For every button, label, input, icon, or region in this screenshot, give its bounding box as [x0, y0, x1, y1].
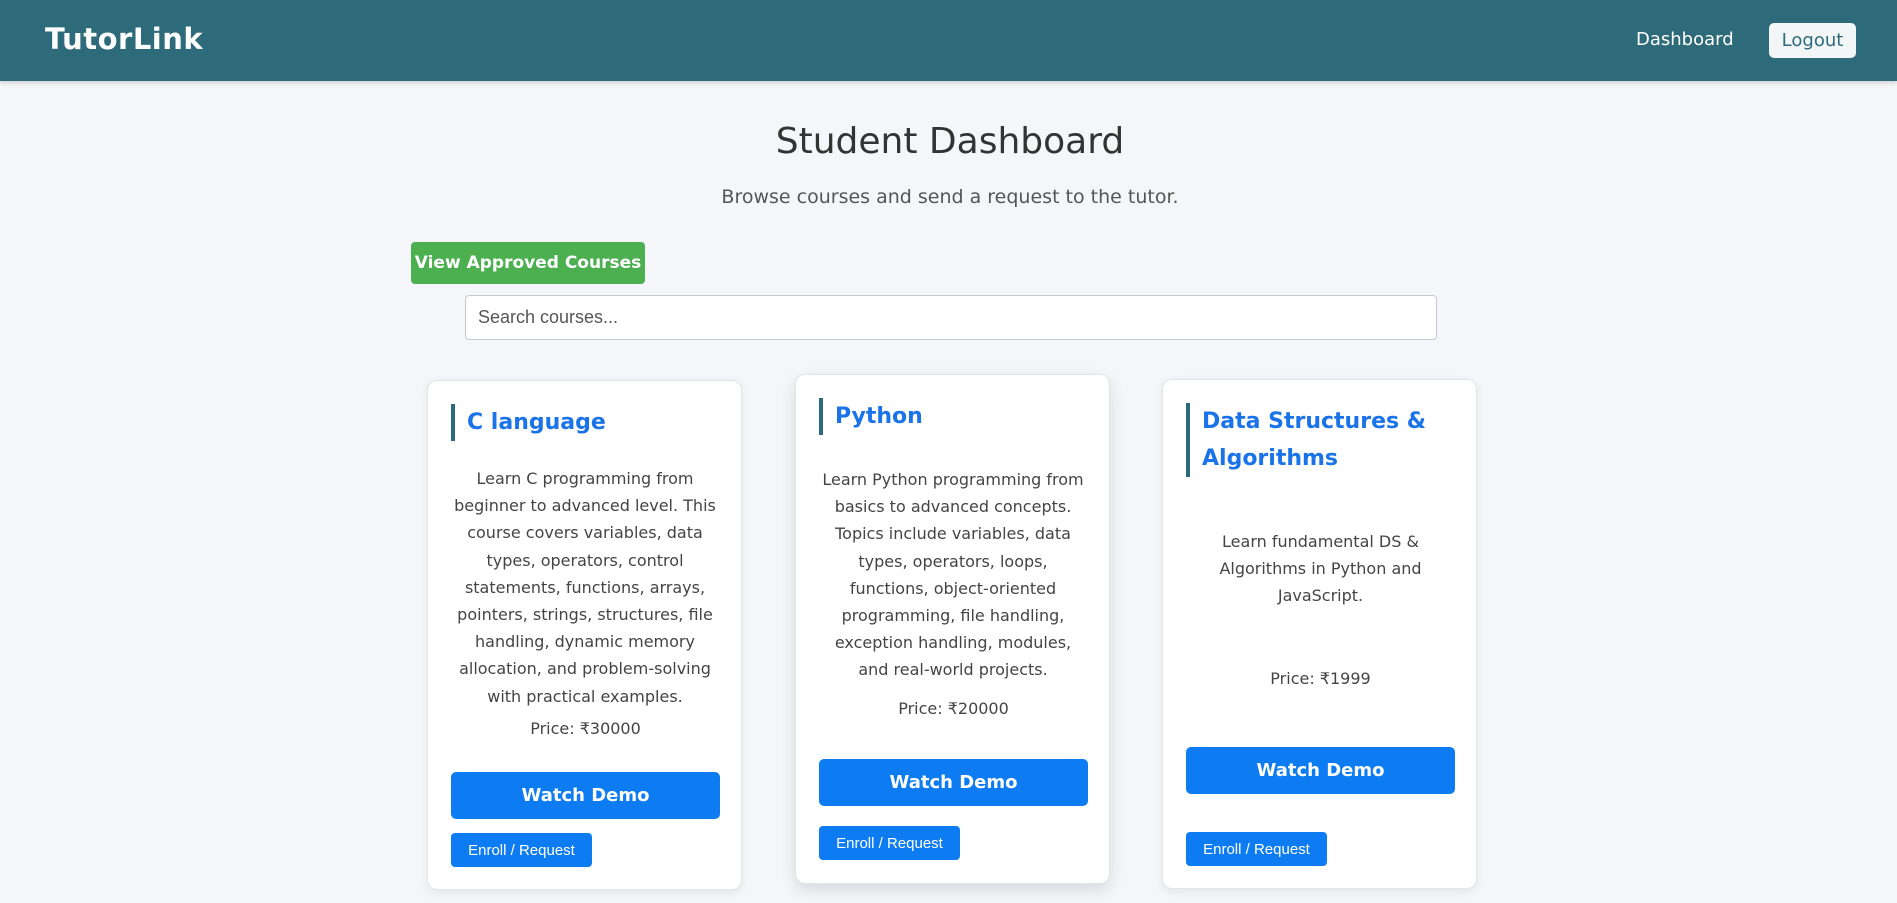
course-title: Python	[819, 398, 1084, 435]
course-title: C language	[451, 404, 716, 441]
page-subtitle: Browse courses and send a request to the…	[721, 186, 1179, 208]
watch-demo-button[interactable]: Watch Demo	[819, 759, 1088, 806]
logout-button[interactable]: Logout	[1769, 23, 1856, 58]
top-navbar: TutorLink Dashboard Logout	[0, 0, 1897, 81]
course-description: Learn C programming from beginner to adv…	[454, 469, 716, 706]
search-input[interactable]	[465, 295, 1437, 340]
course-description: Learn fundamental DS & Algorithms in Pyt…	[1219, 532, 1422, 606]
watch-demo-button[interactable]: Watch Demo	[1186, 747, 1455, 794]
nav-link-dashboard[interactable]: Dashboard	[1636, 29, 1734, 50]
course-card-dsa: Data Structures & Algorithms Learn funda…	[1162, 379, 1477, 889]
page-title: Student Dashboard	[775, 121, 1125, 162]
enroll-request-button[interactable]: Enroll / Request	[451, 833, 592, 867]
brand-logo[interactable]: TutorLink	[45, 22, 203, 56]
course-price: Price: ₹30000	[530, 719, 641, 738]
view-approved-courses-button[interactable]: View Approved Courses	[411, 242, 645, 284]
course-card-python: Python Learn Python programming from bas…	[795, 374, 1110, 884]
enroll-request-button[interactable]: Enroll / Request	[1186, 832, 1327, 866]
course-card-c-language: C language Learn C programming from begi…	[427, 380, 742, 890]
course-description: Learn Python programming from basics to …	[822, 470, 1084, 680]
course-price: Price: ₹1999	[1270, 669, 1371, 688]
course-price: Price: ₹20000	[898, 699, 1009, 718]
enroll-request-button[interactable]: Enroll / Request	[819, 826, 960, 860]
watch-demo-button[interactable]: Watch Demo	[451, 772, 720, 819]
course-title: Data Structures & Algorithms	[1186, 403, 1448, 477]
